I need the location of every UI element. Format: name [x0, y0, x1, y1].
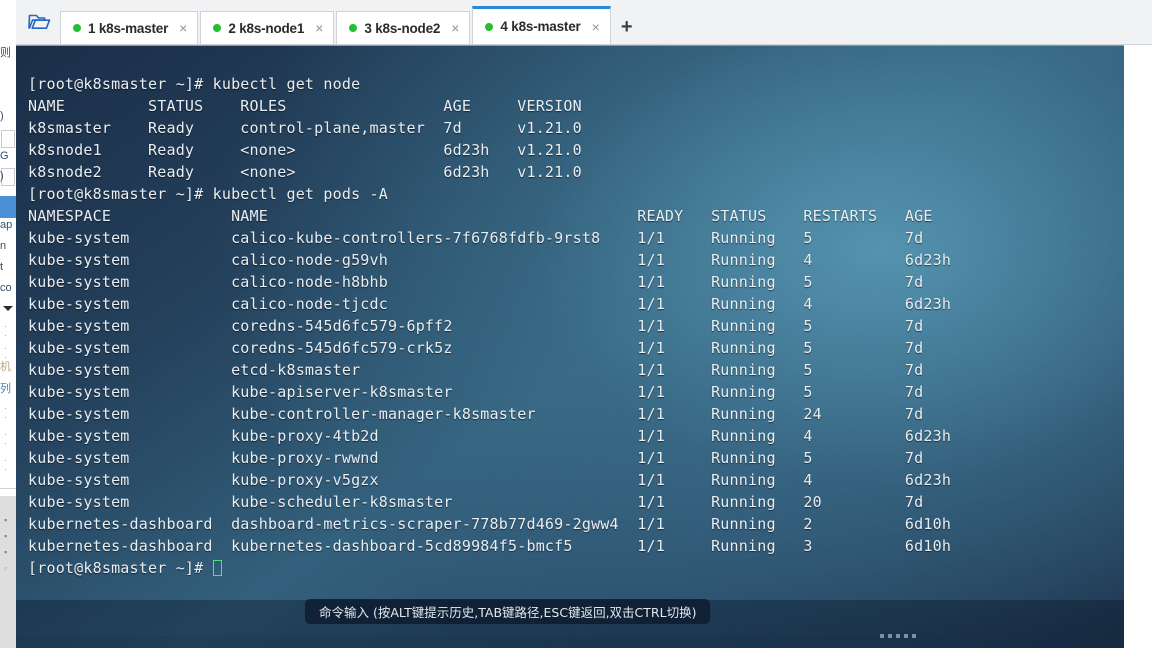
terminal-line: kube-system coredns-545d6fc579-crk5z 1/1…: [28, 339, 924, 357]
resize-grip-handle[interactable]: [880, 633, 924, 639]
terminal-line: k8snode1 Ready <none> 6d23h v1.21.0: [28, 141, 582, 159]
terminal-line: kube-system kube-controller-manager-k8sm…: [28, 405, 924, 423]
left-strip-fragment: ap: [0, 219, 13, 231]
grip-dot: [896, 634, 900, 638]
left-strip-fragment: t: [0, 261, 4, 273]
left-strip-dots: ▪: [4, 531, 10, 541]
terminal-line: [root@k8smaster ~]# kubectl get pods -A: [28, 185, 388, 203]
terminal-line: kube-system kube-proxy-rwwnd 1/1 Running…: [28, 449, 924, 467]
tab-status-dot-icon: [349, 24, 358, 32]
left-strip-selected-row[interactable]: [0, 196, 16, 218]
grip-dot: [888, 634, 892, 638]
terminal-line: kube-system kube-scheduler-k8smaster 1/1…: [28, 493, 924, 511]
left-strip-fragment: n: [0, 240, 7, 252]
left-strip-fragment: 机: [0, 361, 11, 373]
terminal-line: kube-system coredns-545d6fc579-6pff2 1/1…: [28, 317, 924, 335]
terminal-line: kube-system kube-apiserver-k8smaster 1/1…: [28, 383, 924, 401]
tab-3-k8s-node2[interactable]: 3 k8s-node2 ×: [336, 11, 471, 44]
terminal-line: [root@k8smaster ~]# kubectl get node: [28, 75, 361, 93]
terminal-line: kube-system kube-proxy-v5gzx 1/1 Running…: [28, 471, 952, 489]
terminal-line: kubernetes-dashboard kubernetes-dashboar…: [28, 537, 952, 555]
tab-label: 1 k8s-master: [88, 20, 169, 36]
terminal-bottom-shade: [16, 636, 1124, 648]
grip-dot: [904, 634, 908, 638]
grip-dot: [912, 634, 916, 638]
tab-1-k8s-master[interactable]: 1 k8s-master ×: [60, 11, 199, 44]
terminal-cursor: [212, 560, 222, 576]
left-strip-fragment: G: [0, 150, 9, 162]
terminal-prompt-line: [root@k8smaster ~]#: [28, 557, 1124, 579]
tab-status-dot-icon: [73, 24, 81, 32]
left-strip-dots: ▫: [4, 563, 10, 573]
left-strip-dots: · ·: [4, 321, 9, 340]
left-strip-dots: · ·: [4, 403, 9, 422]
left-strip-divider: [0, 488, 16, 489]
terminal-pane[interactable]: [root@k8smaster ~]# kubectl get node NAME…: [16, 45, 1124, 648]
right-gutter: [1124, 0, 1152, 648]
tab-label: 2 k8s-node1: [228, 20, 305, 36]
left-strip-fragment: 列: [0, 383, 11, 395]
tab-4-k8s-master[interactable]: 4 k8s-master ×: [472, 6, 611, 44]
terminal-output: [root@k8smaster ~]# kubectl get node NAME…: [28, 51, 1124, 623]
left-strip-fragment: ): [0, 110, 4, 122]
tab-bar-inner: 1 k8s-master × 2 k8s-node1 × 3 k8s-node2…: [16, 0, 641, 44]
terminal-line: k8smaster Ready control-plane,master 7d …: [28, 119, 582, 137]
close-icon[interactable]: ×: [592, 20, 600, 34]
left-strip-dots: · ·: [4, 455, 9, 474]
terminal-line: NAMESPACE NAME READY STATUS RESTARTS AGE: [28, 207, 933, 225]
open-folder-button[interactable]: [20, 0, 60, 44]
tab-label: 3 k8s-node2: [364, 20, 441, 36]
terminal-line: k8snode2 Ready <none> 6d23h v1.21.0: [28, 163, 582, 181]
command-input-hint: 命令输入 (按ALT键提示历史,TAB键路径,ESC键返回,双击CTRL切换): [305, 599, 711, 624]
left-strip-input[interactable]: [1, 130, 15, 148]
terminal-line: kube-system kube-proxy-4tb2d 1/1 Running…: [28, 427, 952, 445]
left-strip-dots: ▪: [4, 547, 10, 557]
close-icon[interactable]: ×: [179, 21, 187, 35]
terminal-line: kube-system calico-node-g59vh 1/1 Runnin…: [28, 251, 952, 269]
tab-status-dot-icon: [213, 24, 222, 32]
close-icon[interactable]: ×: [451, 21, 459, 35]
chevron-down-icon[interactable]: [3, 306, 13, 311]
terminal-line: kube-system calico-kube-controllers-7f67…: [28, 229, 924, 247]
left-strip-fragment: 则: [0, 47, 11, 59]
left-strip-dots: ▪: [4, 515, 10, 525]
grip-dot: [880, 634, 884, 638]
terminal-prompt: [root@k8smaster ~]#: [28, 559, 213, 577]
terminal-line: kubernetes-dashboard dashboard-metrics-s…: [28, 515, 952, 533]
open-folder-icon: [28, 14, 51, 29]
new-tab-button[interactable]: +: [613, 11, 641, 44]
left-strip-dots: · ·: [4, 429, 9, 448]
left-strip-fragment: ): [0, 170, 4, 182]
terminal-line: kube-system etcd-k8smaster 1/1 Running 5…: [28, 361, 924, 379]
tab-status-dot-icon: [485, 22, 494, 31]
left-panel-clipped[interactable]: 则 ) G ) ap n t co · · · · 机 列 · · · · · …: [0, 0, 16, 648]
tab-bar: 1 k8s-master × 2 k8s-node1 × 3 k8s-node2…: [16, 0, 1152, 45]
terminal-line: kube-system calico-node-h8bhb 1/1 Runnin…: [28, 273, 924, 291]
terminal-line: NAME STATUS ROLES AGE VERSION: [28, 97, 582, 115]
tab-label: 4 k8s-master: [500, 19, 581, 34]
terminal-line: kube-system calico-node-tjcdc 1/1 Runnin…: [28, 295, 952, 313]
tab-2-k8s-node1[interactable]: 2 k8s-node1 ×: [200, 11, 335, 44]
close-icon[interactable]: ×: [315, 21, 323, 35]
left-strip-fragment: co: [0, 282, 12, 294]
